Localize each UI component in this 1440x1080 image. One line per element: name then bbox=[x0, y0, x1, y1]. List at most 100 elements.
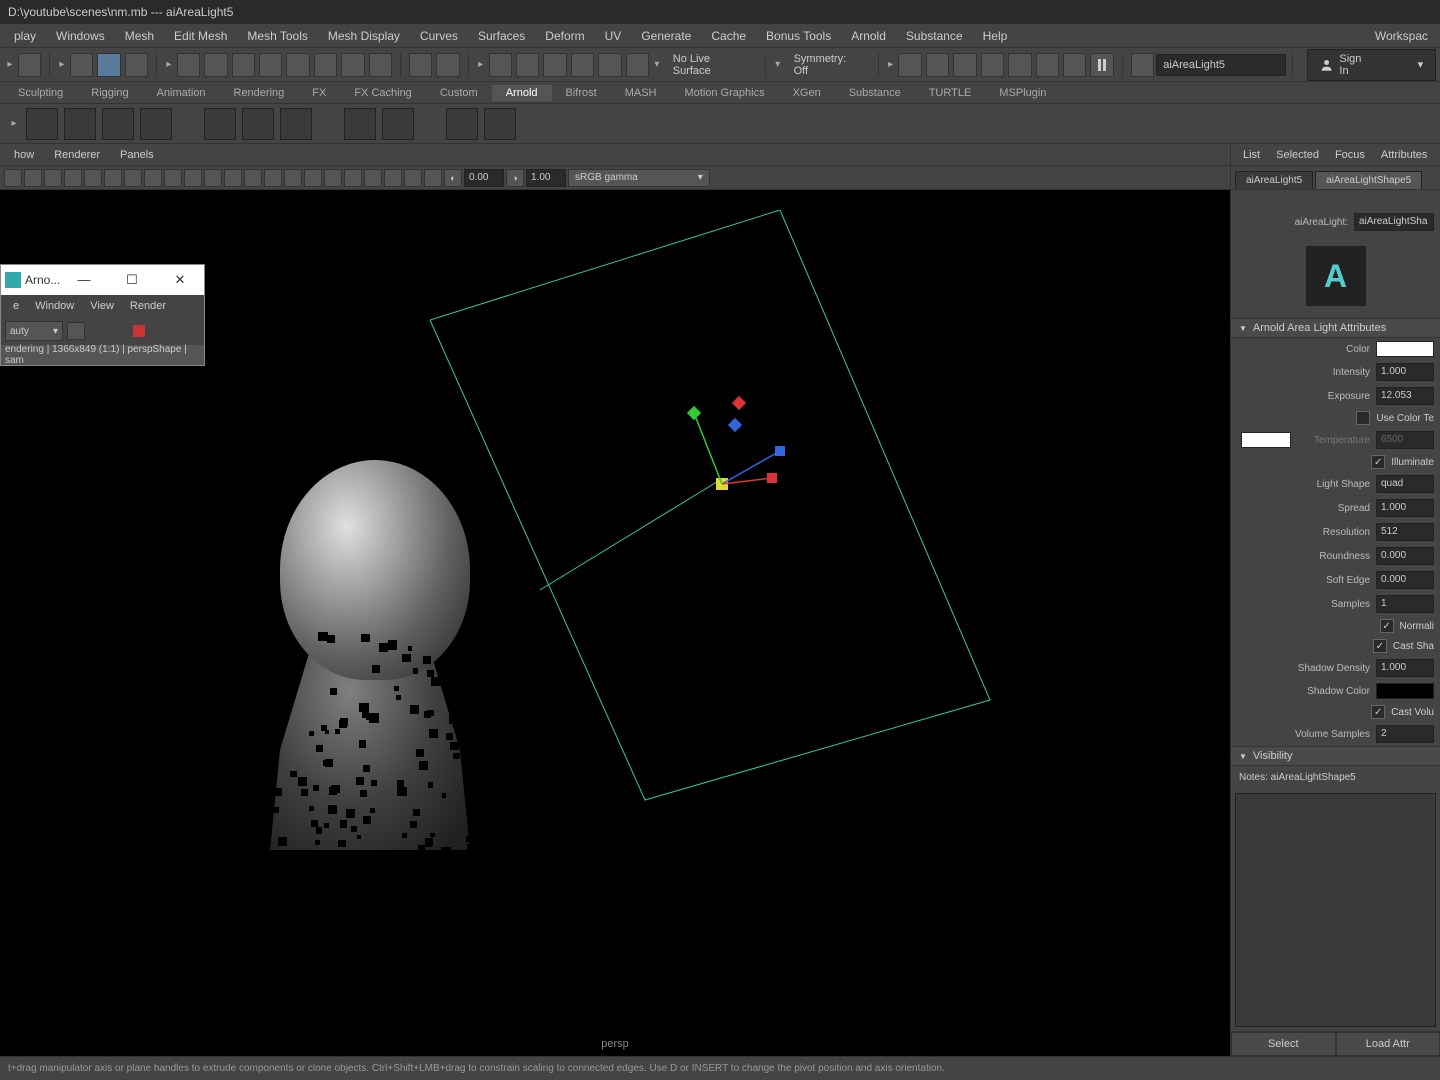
render-region-button[interactable] bbox=[67, 322, 85, 340]
shelf-tab-fx[interactable]: FX bbox=[298, 85, 340, 101]
shelf-icon-5[interactable] bbox=[204, 108, 236, 140]
render-2-button[interactable] bbox=[926, 53, 949, 77]
notes-textarea[interactable] bbox=[1235, 793, 1436, 1027]
attr-section-visibility[interactable]: ▼Visibility bbox=[1231, 746, 1440, 766]
attr-tab-transform[interactable]: aiAreaLight5 bbox=[1235, 171, 1313, 189]
vp-btn-7[interactable] bbox=[124, 169, 142, 187]
sign-in-button[interactable]: Sign In ▾ bbox=[1307, 49, 1436, 81]
menu-play[interactable]: play bbox=[4, 29, 46, 43]
collapse-arrow-icon[interactable]: ▸ bbox=[8, 118, 20, 129]
shelf-tab-arnold[interactable]: Arnold bbox=[492, 85, 552, 101]
cast-shadows-checkbox[interactable]: ✓ bbox=[1373, 639, 1387, 653]
viewport-menu-renderer[interactable]: Renderer bbox=[44, 149, 110, 161]
select-button[interactable]: Select bbox=[1231, 1032, 1336, 1056]
selection-mask-3[interactable] bbox=[232, 53, 255, 77]
menu-edit-mesh[interactable]: Edit Mesh bbox=[164, 29, 237, 43]
attr-menu-selected[interactable]: Selected bbox=[1268, 149, 1327, 161]
menu-cache[interactable]: Cache bbox=[701, 29, 756, 43]
attr-menu-focus[interactable]: Focus bbox=[1327, 149, 1373, 161]
shelf-tab-custom[interactable]: Custom bbox=[426, 85, 492, 101]
shelf-tab-bifrost[interactable]: Bifrost bbox=[552, 85, 611, 101]
attr-menu-list[interactable]: List bbox=[1235, 149, 1268, 161]
exposure-icon[interactable]: ◐ bbox=[444, 169, 462, 187]
resolution-input[interactable]: 512 bbox=[1376, 523, 1434, 541]
menu-substance[interactable]: Substance bbox=[896, 29, 973, 43]
vp-btn-21[interactable] bbox=[404, 169, 422, 187]
vp-btn-16[interactable] bbox=[304, 169, 322, 187]
vp-btn-14[interactable] bbox=[264, 169, 282, 187]
vp-btn-9[interactable] bbox=[164, 169, 182, 187]
exposure-input[interactable]: 12.053 bbox=[1376, 387, 1434, 405]
history-1-button[interactable] bbox=[489, 53, 512, 77]
render-7-button[interactable] bbox=[1063, 53, 1086, 77]
vp-btn-6[interactable] bbox=[104, 169, 122, 187]
render-6-button[interactable] bbox=[1036, 53, 1059, 77]
selection-mask-1[interactable] bbox=[177, 53, 200, 77]
minimize-button[interactable]: ― bbox=[64, 272, 104, 288]
menu-surfaces[interactable]: Surfaces bbox=[468, 29, 535, 43]
shelf-icon-6[interactable] bbox=[242, 108, 274, 140]
paint-select-button[interactable] bbox=[125, 53, 148, 77]
render-window-titlebar[interactable]: Arno... ― ☐ ✕ bbox=[1, 265, 204, 295]
maximize-button[interactable]: ☐ bbox=[112, 272, 152, 288]
selection-mask-4[interactable] bbox=[259, 53, 282, 77]
render-menu-view[interactable]: View bbox=[82, 300, 122, 312]
use-color-temp-checkbox[interactable] bbox=[1356, 411, 1370, 425]
selection-mask-7[interactable] bbox=[341, 53, 364, 77]
menu-windows[interactable]: Windows bbox=[46, 29, 115, 43]
dropdown-arrow-icon[interactable]: ▾ bbox=[772, 59, 784, 70]
collapse-arrow-icon[interactable]: ▸ bbox=[163, 59, 175, 70]
history-4-button[interactable] bbox=[571, 53, 594, 77]
menu-mesh-tools[interactable]: Mesh Tools bbox=[237, 29, 317, 43]
vp-btn-13[interactable] bbox=[244, 169, 262, 187]
attr-menu-display[interactable]: [Displ bbox=[1435, 149, 1440, 161]
vp-btn-17[interactable] bbox=[324, 169, 342, 187]
collapse-arrow-icon[interactable]: ▸ bbox=[4, 59, 16, 70]
roundness-input[interactable]: 0.000 bbox=[1376, 547, 1434, 565]
collapse-arrow-icon[interactable]: ▸ bbox=[885, 59, 897, 70]
select-button[interactable] bbox=[70, 53, 93, 77]
soft-edge-input[interactable]: 0.000 bbox=[1376, 571, 1434, 589]
new-scene-button[interactable] bbox=[18, 53, 41, 77]
gamma-icon[interactable]: ◑ bbox=[506, 169, 524, 187]
render-3-button[interactable] bbox=[953, 53, 976, 77]
dropdown-arrow-icon[interactable]: ▾ bbox=[651, 59, 663, 70]
snap-grid-button[interactable] bbox=[409, 53, 432, 77]
shelf-icon-4[interactable] bbox=[140, 108, 172, 140]
shelf-tab-turtle[interactable]: TURTLE bbox=[915, 85, 986, 101]
history-6-button[interactable] bbox=[626, 53, 649, 77]
arnold-render-window[interactable]: Arno... ― ☐ ✕ e Window View Render auty▾… bbox=[0, 264, 205, 366]
vp-btn-5[interactable] bbox=[84, 169, 102, 187]
shelf-icon-11[interactable] bbox=[484, 108, 516, 140]
shelf-tab-rendering[interactable]: Rendering bbox=[220, 85, 299, 101]
shelf-tab-fx-caching[interactable]: FX Caching bbox=[340, 85, 425, 101]
selection-mask-5[interactable] bbox=[286, 53, 309, 77]
light-shape-select[interactable]: quad bbox=[1376, 475, 1434, 493]
shelf-icon-7[interactable] bbox=[280, 108, 312, 140]
gamma-value[interactable]: 1.00 bbox=[526, 169, 566, 187]
menu-curves[interactable]: Curves bbox=[410, 29, 468, 43]
viewport-menu-show[interactable]: how bbox=[4, 149, 44, 161]
shelf-tab-msplugin[interactable]: MSPlugin bbox=[985, 85, 1060, 101]
attr-node-name-input[interactable]: aiAreaLightSha bbox=[1354, 213, 1434, 231]
shelf-tab-mash[interactable]: MASH bbox=[611, 85, 671, 101]
intensity-input[interactable]: 1.000 bbox=[1376, 363, 1434, 381]
load-attributes-button[interactable]: Load Attr bbox=[1336, 1032, 1440, 1056]
shelf-icon-10[interactable] bbox=[446, 108, 478, 140]
vp-btn-10[interactable] bbox=[184, 169, 202, 187]
menu-mesh[interactable]: Mesh bbox=[115, 29, 164, 43]
live-surface-label[interactable]: No Live Surface bbox=[663, 53, 759, 77]
collapse-arrow-icon[interactable]: ▸ bbox=[475, 59, 487, 70]
shelf-tab-animation[interactable]: Animation bbox=[143, 85, 220, 101]
history-3-button[interactable] bbox=[543, 53, 566, 77]
snap-curve-button[interactable] bbox=[436, 53, 459, 77]
shelf-tab-rigging[interactable]: Rigging bbox=[77, 85, 142, 101]
menu-arnold[interactable]: Arnold bbox=[841, 29, 896, 43]
normalize-checkbox[interactable]: ✓ bbox=[1380, 619, 1394, 633]
vp-btn-4[interactable] bbox=[64, 169, 82, 187]
selection-mask-6[interactable] bbox=[314, 53, 337, 77]
illuminate-checkbox[interactable]: ✓ bbox=[1371, 455, 1385, 469]
shelf-tab-xgen[interactable]: XGen bbox=[779, 85, 835, 101]
collapse-arrow-icon[interactable]: ▸ bbox=[56, 59, 68, 70]
menu-generate[interactable]: Generate bbox=[631, 29, 701, 43]
